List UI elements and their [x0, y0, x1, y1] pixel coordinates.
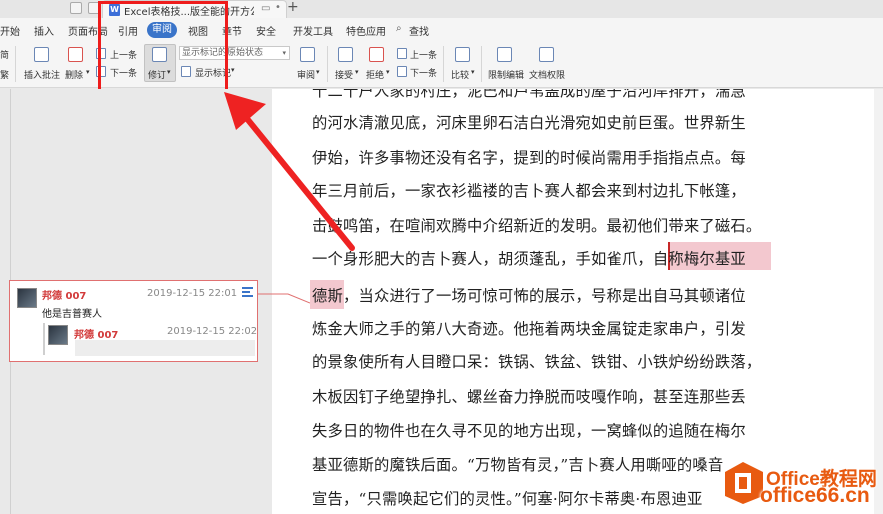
comment-connector: [258, 293, 310, 304]
reply-input[interactable]: [75, 340, 255, 356]
doc-line: 基亚德斯的魔铁后面。“万物皆有灵，”吉卜赛人用嘶哑的嗓音: [312, 456, 724, 474]
reject-button[interactable]: 拒绝: [366, 68, 384, 81]
reply-indent-bar: [43, 323, 45, 355]
comment-author: 邦德 007: [42, 291, 87, 302]
document-page[interactable]: 十二十户人家的村庄，泥巴和芦苇盖成的屋子沿河岸排开，湍急 的河水清澈见底，河床里…: [272, 89, 883, 514]
doc-line: 木板因钉子绝望挣扎、螺丝奋力挣脱而吱嘎作响，甚至连那些丢: [312, 388, 746, 406]
avatar: [17, 288, 37, 308]
menu-search[interactable]: 查找: [409, 23, 429, 38]
doc-line: 一个身形肥大的吉卜赛人，胡须蓬乱，手如雀爪，自称梅尔基亚: [312, 250, 746, 268]
comment-menu-icon[interactable]: [239, 287, 253, 299]
chevron-down-icon[interactable]: ▾: [86, 68, 90, 76]
comment-card[interactable]: 邦德 007 2019-12-15 22:01 他是吉普赛人 邦德 007 20…: [9, 280, 258, 362]
doc-line: 炼金大师之手的第八大奇迹。他拖着两块金属锭走家串户，引发: [312, 320, 746, 338]
divider: [15, 46, 16, 82]
doc-line: 德斯，当众进行了一场可惊可怖的展示，号称是出自马其顿诸位: [312, 287, 746, 305]
doc-line: 十二十户人家的村庄，泥巴和芦苇盖成的屋子沿河岸排开，湍急: [312, 89, 746, 100]
search-icon[interactable]: ⌕: [396, 23, 402, 34]
traditional-chinese-button[interactable]: 繁: [0, 68, 9, 81]
monitor-icon[interactable]: ▭: [261, 3, 270, 14]
menu-home[interactable]: 开始: [0, 23, 20, 38]
simplified-chinese-button[interactable]: 简: [0, 48, 9, 61]
site-watermark: Office教程网 office66.cn: [720, 455, 880, 513]
accept-button[interactable]: 接受: [335, 68, 353, 81]
doc-line: 的景象使所有人目瞪口呆：铁锅、铁盆、铁钳、小铁炉纷纷跌落，: [312, 353, 762, 371]
chevron-down-icon[interactable]: ▾: [316, 68, 320, 76]
document-permission-button[interactable]: 文档权限: [529, 68, 565, 81]
menu-insert[interactable]: 插入: [34, 23, 54, 38]
new-tab-button[interactable]: +: [287, 0, 299, 15]
doc-line: 宣告，“只需唤起它们的灵性。”何塞·阿尔卡蒂奥·布恩迪亚: [312, 490, 703, 508]
compare-icon[interactable]: [455, 47, 470, 62]
lock-icon[interactable]: [497, 47, 512, 62]
accept-icon[interactable]: [338, 47, 353, 62]
review-pane-button[interactable]: 审阅: [297, 68, 315, 81]
review-pane-icon[interactable]: [300, 47, 315, 62]
insert-comment-icon[interactable]: [34, 47, 49, 62]
restrict-editing-button[interactable]: 限制编辑: [488, 68, 524, 81]
reply-time: 2019-12-15 22:02: [167, 326, 258, 337]
delete-button[interactable]: 删除: [65, 68, 83, 81]
menu-special[interactable]: 特色应用: [346, 23, 386, 38]
reject-icon[interactable]: [369, 47, 384, 62]
home-tab-icon[interactable]: [70, 2, 82, 14]
chevron-down-icon[interactable]: ▾: [386, 68, 390, 76]
divider: [327, 46, 328, 82]
annotation-highlight-box: [98, 1, 228, 92]
doc-line: 年三月前后，一家衣衫褴褛的吉卜赛人都会来到村边扎下帐篷，: [312, 182, 746, 200]
comment-time: 2019-12-15 22:01: [147, 288, 238, 299]
vertical-scrollbar[interactable]: [874, 89, 883, 514]
close-tab-icon[interactable]: •: [275, 2, 281, 13]
doc-line: 失多日的物件也在久寻不见的地方出现，一窝蜂似的追随在梅尔: [312, 422, 746, 440]
next-change-icon[interactable]: [397, 66, 407, 77]
chevron-down-icon: ▾: [282, 49, 286, 57]
chevron-down-icon[interactable]: ▾: [355, 68, 359, 76]
delete-comment-icon[interactable]: [68, 47, 83, 62]
doc-line: 伊始，许多事物还没有名字，提到的时候尚需用手指指点点。每: [312, 149, 746, 167]
watermark-url: office66.cn: [760, 484, 870, 507]
document-permission-icon[interactable]: [539, 47, 554, 62]
menu-security[interactable]: 安全: [256, 23, 276, 38]
chevron-down-icon[interactable]: ▾: [231, 66, 235, 74]
comment-text: 他是吉普赛人: [42, 309, 102, 320]
compare-button[interactable]: 比较: [451, 68, 469, 81]
avatar: [48, 325, 68, 345]
menu-developer[interactable]: 开发工具: [293, 23, 333, 38]
prev-change-button[interactable]: 上一条: [410, 48, 437, 61]
red-arrow-annotation: [224, 92, 355, 251]
chevron-down-icon[interactable]: ▾: [471, 68, 475, 76]
prev-change-icon[interactable]: [397, 48, 407, 59]
divider: [443, 46, 444, 82]
divider: [481, 46, 482, 82]
insert-comment-button[interactable]: 插入批注: [24, 68, 60, 81]
doc-line: 的河水清澈见底，河床里卵石洁白光滑宛如史前巨蛋。世界新生: [312, 114, 746, 132]
next-change-button[interactable]: 下一条: [410, 66, 437, 79]
reply-author: 邦德 007: [74, 330, 119, 341]
doc-line: 击鼓鸣笛，在喧闹欢腾中介绍新近的发明。最初他们带来了磁石。: [312, 217, 762, 235]
